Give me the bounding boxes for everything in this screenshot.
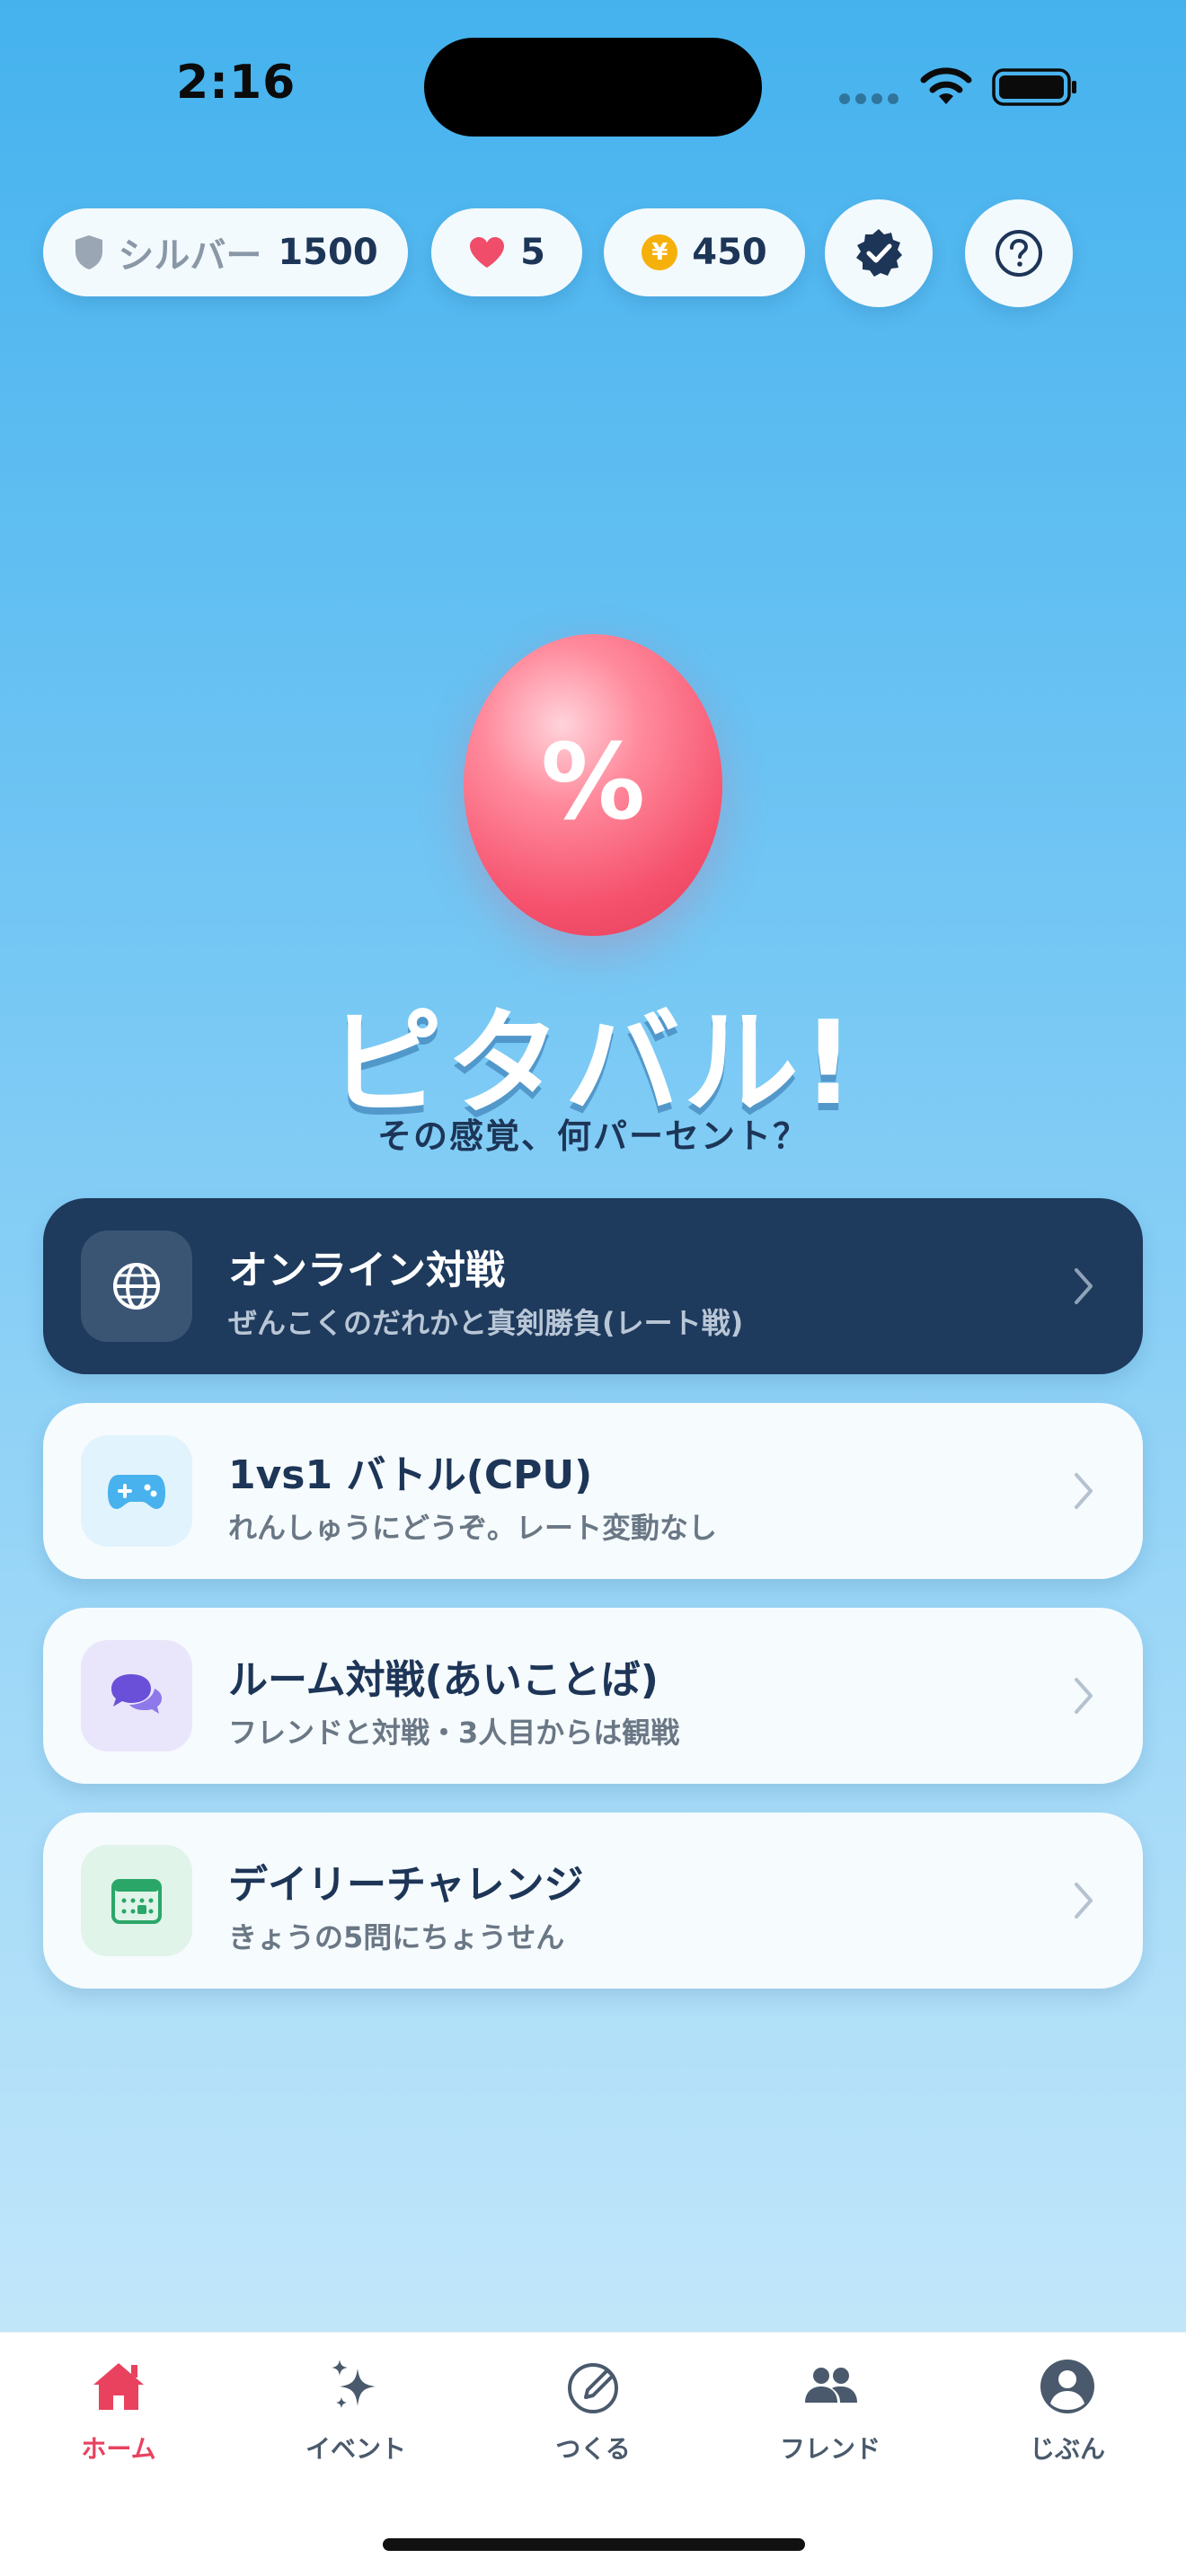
hearts-pill[interactable]: 5 xyxy=(431,208,582,296)
chevron-right-icon xyxy=(1075,1678,1093,1714)
shield-icon xyxy=(75,235,103,269)
rank-label: シルバー xyxy=(118,235,262,277)
hearts-count: 5 xyxy=(520,232,545,273)
percent-balloon-logo: % xyxy=(464,634,722,936)
card-title: 1vs1 バトル(CPU) xyxy=(228,1452,593,1498)
sparkles-icon xyxy=(332,2360,376,2408)
card-title: デイリーチャレンジ xyxy=(228,1862,584,1908)
rank-pill[interactable]: シルバー 1500 xyxy=(43,208,408,296)
app-subtitle: その感覚、何パーセント？ xyxy=(376,1116,809,1156)
tab-profile[interactable]: じぶん xyxy=(978,2354,1157,2489)
heart-icon xyxy=(470,237,505,268)
online-battle-card[interactable]: オンライン対戦 ぜんこくのだれかと真剣勝負(レート戦) xyxy=(43,1198,1143,1374)
cpu-battle-card[interactable]: 1vs1 バトル(CPU) れんしゅうにどうぞ。レート変動なし xyxy=(43,1403,1143,1579)
globe-icon xyxy=(81,1231,192,1342)
friends-icon xyxy=(805,2368,857,2403)
cellular-signal-icon xyxy=(839,93,898,104)
profile-icon xyxy=(1040,2360,1094,2413)
create-pencil-icon xyxy=(568,2363,618,2413)
card-subtitle: フレンドと対戦・3人目からは観戦 xyxy=(228,1716,680,1750)
tab-label: ホーム xyxy=(81,2434,156,2464)
card-subtitle: ぜんこくのだれかと真剣勝負(レート戦) xyxy=(228,1306,744,1340)
card-title: ルーム対戦(あいことば) xyxy=(228,1657,659,1703)
gamepad-icon xyxy=(81,1435,192,1547)
question-circle-icon xyxy=(996,230,1042,277)
balloon-symbol: % xyxy=(540,721,646,843)
calendar-icon xyxy=(81,1845,192,1956)
tab-label: イベント xyxy=(305,2434,406,2464)
chat-bubbles-icon xyxy=(81,1640,192,1751)
room-battle-card[interactable]: ルーム対戦(あいことば) フレンドと対戦・3人目からは観戦 xyxy=(43,1608,1143,1784)
dynamic-island xyxy=(424,38,762,137)
card-subtitle: れんしゅうにどうぞ。レート変動なし xyxy=(228,1511,718,1545)
help-button[interactable] xyxy=(965,199,1073,307)
battery-icon xyxy=(992,68,1076,106)
tab-create[interactable]: つくる xyxy=(503,2354,683,2489)
rank-points: 1500 xyxy=(278,232,378,273)
coin-icon: ¥ xyxy=(642,234,678,270)
tab-friends[interactable]: フレンド xyxy=(740,2354,920,2489)
coins-pill[interactable]: ¥ 450 xyxy=(604,208,805,296)
badge-button[interactable] xyxy=(825,199,933,307)
tab-label: じぶん xyxy=(1029,2434,1105,2464)
status-time: 2:16 xyxy=(176,56,296,110)
card-title: オンライン対戦 xyxy=(228,1248,505,1293)
daily-challenge-card[interactable]: デイリーチャレンジ きょうの5問にちょうせん xyxy=(43,1813,1143,1989)
wifi-icon xyxy=(920,67,972,104)
chevron-right-icon xyxy=(1075,1473,1093,1509)
tab-event[interactable]: イベント xyxy=(266,2354,446,2489)
coin-symbol: ¥ xyxy=(651,239,668,266)
home-indicator xyxy=(383,2538,805,2551)
tab-label: つくる xyxy=(555,2434,631,2464)
chevron-right-icon xyxy=(1075,1268,1093,1304)
card-subtitle: きょうの5問にちょうせん xyxy=(228,1920,565,1954)
home-screen: 2:16 シルバー 1500 5 ¥ 450 % ピタバル! その感覚、何パーセ… xyxy=(0,0,1186,2576)
chevron-right-icon xyxy=(1075,1883,1093,1919)
tab-label: フレンド xyxy=(779,2434,881,2464)
tab-home[interactable]: ホーム xyxy=(29,2354,208,2489)
coins-count: 450 xyxy=(692,232,767,273)
home-icon xyxy=(93,2363,144,2410)
verified-badge-icon xyxy=(856,229,902,277)
